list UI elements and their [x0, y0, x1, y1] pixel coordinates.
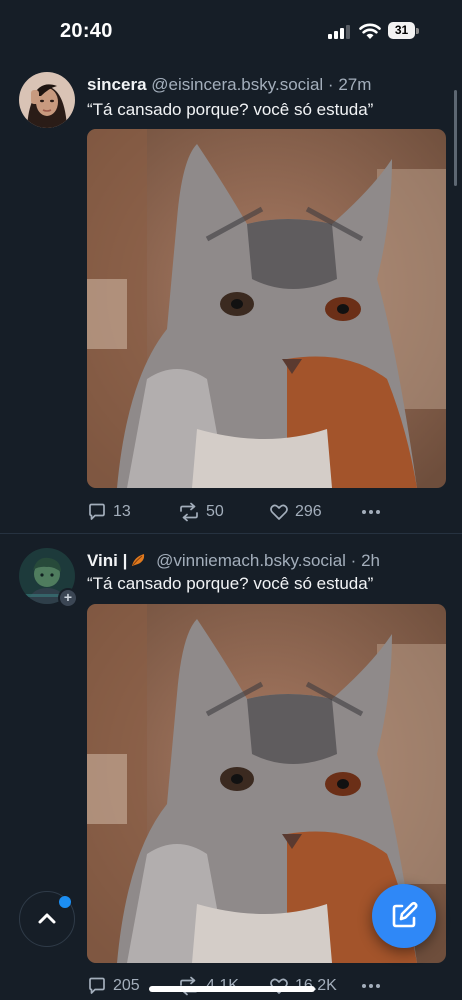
signal-icon: [328, 25, 350, 39]
post-age: 27m: [338, 75, 372, 94]
post-text: “Tá cansado porque? você só estuda”: [87, 574, 374, 593]
battery-level: 31: [388, 22, 415, 39]
reply-button[interactable]: 13: [87, 500, 131, 524]
like-icon: [270, 504, 288, 520]
post-image[interactable]: [87, 129, 446, 488]
post-actions: 13 50 296: [87, 500, 387, 524]
compose-button[interactable]: [372, 884, 436, 948]
wifi-icon: [359, 23, 381, 39]
post-age: 2h: [361, 551, 380, 570]
repost-icon: [180, 502, 198, 522]
more-icon: [362, 984, 380, 988]
repost-count: 50: [206, 503, 224, 520]
repost-button[interactable]: 50: [178, 500, 224, 524]
more-icon: [362, 510, 380, 514]
reply-icon: [89, 977, 105, 994]
reply-icon: [89, 503, 105, 520]
more-button[interactable]: [360, 974, 388, 998]
post-text: “Tá cansado porque? você só estuda”: [87, 100, 374, 119]
leaf-icon: [132, 554, 145, 566]
status-time: 20:40: [60, 20, 113, 42]
author-name[interactable]: Vini |: [87, 551, 127, 570]
reply-count: 205: [113, 977, 140, 994]
home-indicator[interactable]: [149, 986, 315, 992]
reply-button[interactable]: 205: [87, 974, 140, 998]
author-name[interactable]: sincera: [87, 75, 147, 94]
status-bar: 20:40 31: [0, 0, 462, 62]
more-button[interactable]: [360, 500, 388, 524]
plus-icon[interactable]: +: [58, 588, 78, 608]
post-header: sincera @eisincera.bsky.social · 27m: [87, 75, 371, 95]
avatar[interactable]: [19, 72, 75, 128]
reply-count: 13: [113, 503, 131, 520]
scrollbar[interactable]: [454, 90, 457, 186]
like-button[interactable]: 296: [269, 500, 322, 524]
like-count: 296: [295, 503, 322, 520]
post-header: Vini | @vinniemach.bsky.social · 2h: [87, 551, 380, 571]
feed-post[interactable]: sincera @eisincera.bsky.social · 27m “Tá…: [0, 62, 462, 534]
compose-icon: [392, 901, 418, 928]
new-posts-indicator: [59, 896, 71, 908]
author-handle[interactable]: @eisincera.bsky.social: [151, 75, 323, 94]
separator: ·: [350, 551, 357, 570]
battery-icon: 31: [388, 22, 420, 39]
separator: ·: [327, 75, 334, 94]
author-handle[interactable]: @vinniemach.bsky.social: [156, 551, 346, 570]
